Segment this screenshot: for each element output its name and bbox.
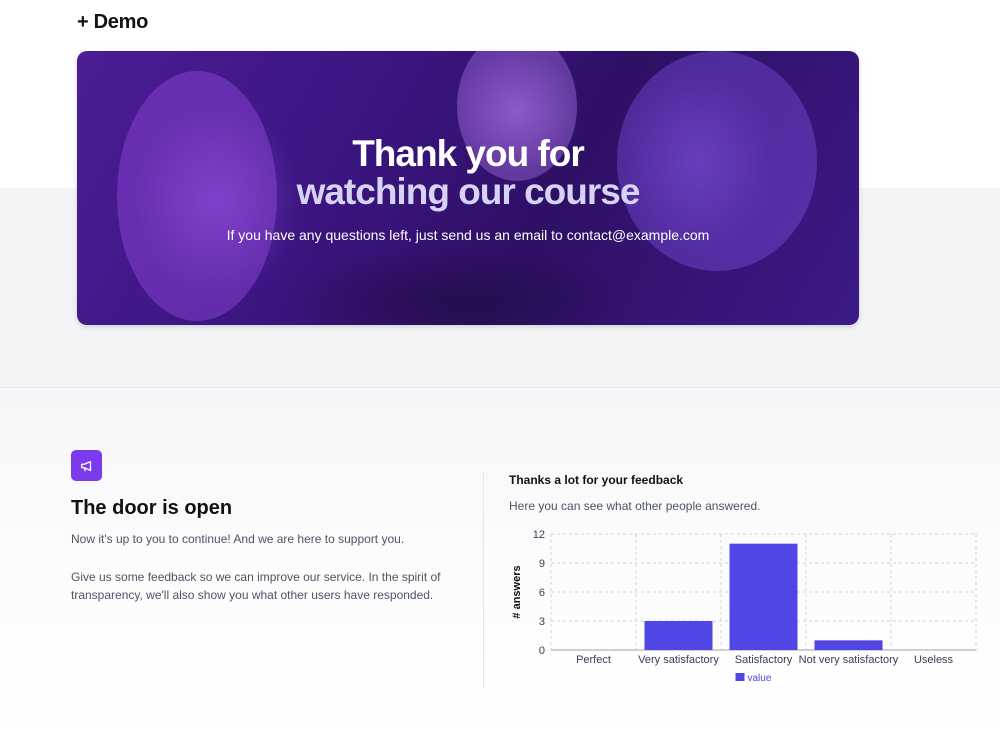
x-tick-label: Very satisfactory [638,654,719,666]
feedback-bar-chart: 0 3 6 9 12 Perfect Very satisfactory Satisfacto… [511,529,977,684]
y-tick-label: 6 [539,587,545,599]
door-paragraph-1: Now it's up to you to continue! And we a… [71,532,405,546]
door-paragraph-2: Give us some feedback so we can improve … [71,570,441,602]
feedback-heading: Thanks a lot for your feedback [509,473,684,487]
section-divider [483,472,484,688]
x-tick-label: Satisfactory [735,654,793,666]
y-tick-label: 9 [539,558,545,570]
hero-title-line1: Thank you for [352,133,585,174]
brand-logo[interactable]: + Demo [77,11,148,34]
door-heading: The door is open [71,497,233,519]
y-tick-label: 3 [539,616,545,628]
y-axis-label: # answers [511,565,523,618]
bar-satisfactory [729,543,798,650]
legend-swatch [735,673,745,681]
y-tick-label: 12 [533,529,545,541]
feedback-subtitle: Here you can see what other people answe… [509,499,761,513]
y-tick-label: 0 [539,645,545,657]
hero-title-line2: watching our course [296,171,641,212]
hero-subtitle: If you have any questions left, just sen… [226,227,710,243]
hero-banner: Thank you for watching our course If you… [77,51,859,325]
bar-not-very-satisfactory [814,640,883,650]
x-tick-label: Useless [914,654,954,666]
megaphone-icon [71,450,102,481]
x-tick-label: Perfect [576,654,611,666]
x-tick-label: Not very satisfactory [799,654,899,666]
legend-label: value [748,673,772,684]
bar-very-satisfactory [644,621,713,650]
